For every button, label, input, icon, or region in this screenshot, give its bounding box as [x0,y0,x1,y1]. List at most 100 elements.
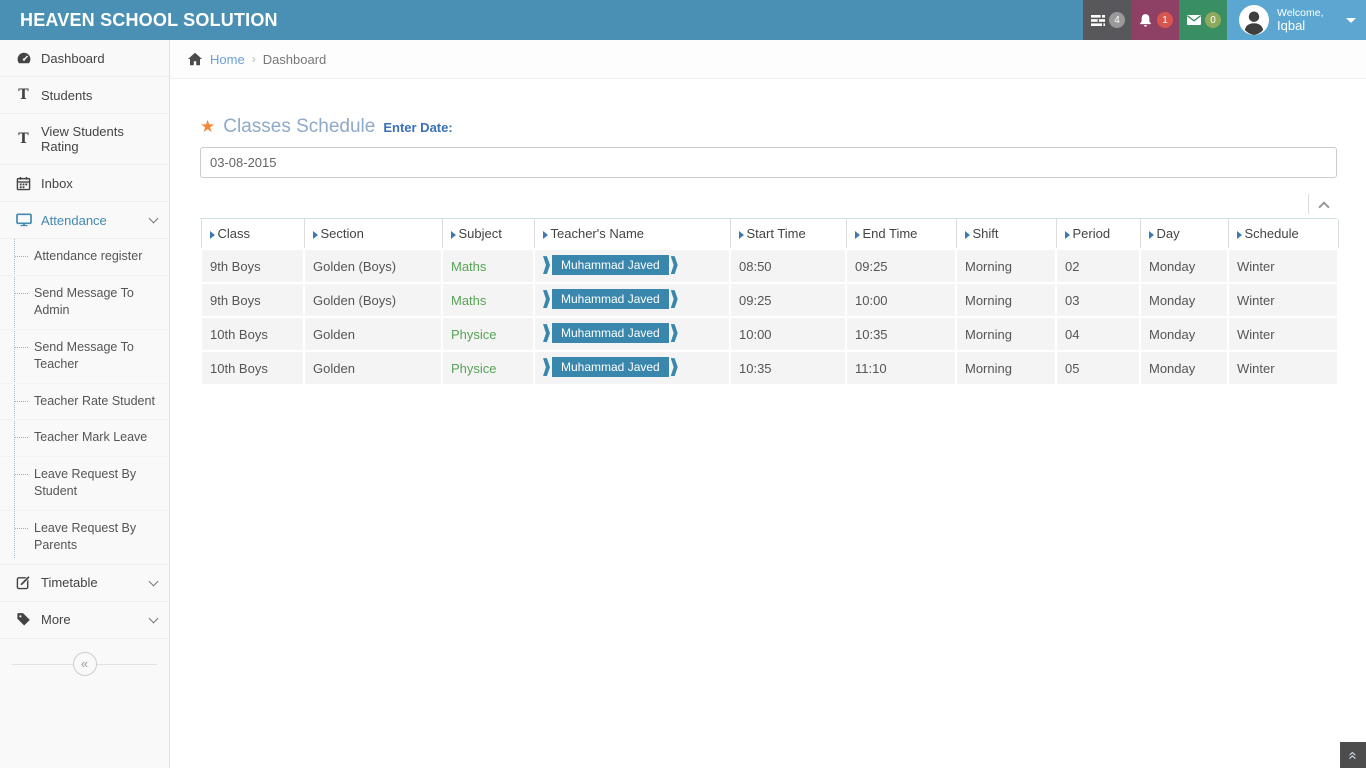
teacher-badge: Muhammad Javed [543,255,678,275]
table-cell: Winter [1228,283,1338,317]
schedule-table: ClassSectionSubjectTeacher's NameStart T… [200,219,1339,386]
schedule-table-header-row: ClassSectionSubjectTeacher's NameStart T… [201,219,1338,249]
sidebar-item-inbox[interactable]: Inbox [0,165,169,202]
column-header[interactable]: Day [1140,219,1228,249]
teacher-badge: Muhammad Javed [543,323,678,343]
table-cell: Muhammad Javed [534,351,730,385]
sidebar: Dashboard T Students T View Students Rat… [0,40,170,768]
table-cell: Golden [304,351,442,385]
breadcrumb-current: Dashboard [263,52,327,67]
breadcrumb-home-link[interactable]: Home [210,52,245,67]
sidebar-item-dashboard[interactable]: Dashboard [0,40,169,77]
bell-icon [1137,12,1154,28]
sidebar-collapse-row: « [0,647,169,681]
column-header[interactable]: Teacher's Name [534,219,730,249]
table-cell: Morning [956,249,1056,283]
table-cell: Golden (Boys) [304,249,442,283]
table-row: 10th BoysGoldenPhysiceMuhammad Javed10:3… [201,351,1338,385]
column-header[interactable]: End Time [846,219,956,249]
user-menu[interactable]: Welcome, Iqbal [1227,0,1366,40]
sidebar-subitem[interactable]: Leave Request By Student [0,457,169,511]
teacher-badge: Muhammad Javed [543,357,678,377]
table-cell: Monday [1140,351,1228,385]
avatar [1239,5,1269,35]
table-cell: Monday [1140,317,1228,351]
table-cell: Golden [304,317,442,351]
tasks-button[interactable]: 4 [1083,0,1131,40]
chevron-up-icon[interactable] [1318,201,1329,212]
table-cell: 10:35 [846,317,956,351]
table-cell: Morning [956,317,1056,351]
table-cell: Maths [442,249,534,283]
table-cell: Winter [1228,317,1338,351]
panel-collapse-bar [200,190,1337,219]
table-cell: 10:35 [730,351,846,385]
sidebar-subitem[interactable]: Teacher Mark Leave [0,420,169,457]
star-icon: ★ [200,117,215,137]
table-cell: 02 [1056,249,1140,283]
app-title: HEAVEN SCHOOL SOLUTION [0,10,278,31]
double-chevron-up-icon: « [1346,751,1361,759]
sidebar-subitem[interactable]: Send Message To Teacher [0,330,169,384]
sort-marker-icon [855,231,860,239]
dashboard-icon [15,50,32,66]
edit-icon [15,575,32,591]
app-header: HEAVEN SCHOOL SOLUTION 4 1 0 Welcome, [0,0,1366,40]
notifications-badge: 1 [1157,12,1173,28]
column-header[interactable]: Period [1056,219,1140,249]
text-icon: T [15,87,32,103]
envelope-icon [1185,12,1202,28]
chevron-down-icon [149,214,159,224]
column-header[interactable]: Schedule [1228,219,1338,249]
sort-marker-icon [739,231,744,239]
notifications-button[interactable]: 1 [1131,0,1179,40]
table-cell: Maths [442,283,534,317]
column-header[interactable]: Shift [956,219,1056,249]
tag-icon [15,612,32,628]
sort-marker-icon [313,231,318,239]
sidebar-subitem[interactable]: Teacher Rate Student [0,384,169,421]
schedule-table-wrap: ClassSectionSubjectTeacher's NameStart T… [200,219,1337,386]
table-cell: Muhammad Javed [534,283,730,317]
table-cell: Golden (Boys) [304,283,442,317]
chevron-down-icon [149,613,159,623]
table-cell: Morning [956,283,1056,317]
table-cell: 9th Boys [201,283,304,317]
schedule-table-body: 9th BoysGolden (Boys)Maths Muhammad Javed… [201,249,1338,385]
table-cell: 08:50 [730,249,846,283]
column-header[interactable]: Start Time [730,219,846,249]
sidebar-subitem[interactable]: Attendance register [0,239,169,276]
sidebar-item-attendance[interactable]: Attendance [0,202,169,239]
table-cell: Physice [442,317,534,351]
sort-marker-icon [210,231,215,239]
sidebar-item-more[interactable]: More [0,602,169,639]
table-cell: Winter [1228,249,1338,283]
sidebar-subitem[interactable]: Send Message To Admin [0,276,169,330]
main-content: Home › Dashboard ★ Classes Schedule Ente… [170,40,1366,768]
divider [1308,194,1309,214]
messages-button[interactable]: 0 [1179,0,1227,40]
sort-marker-icon [543,231,548,239]
table-row: 9th BoysGolden (Boys)Maths Muhammad Javed… [201,249,1338,283]
user-welcome: Welcome, Iqbal [1277,7,1338,34]
sort-marker-icon [451,231,456,239]
table-row: 9th BoysGolden (Boys)Maths Muhammad Javed… [201,283,1338,317]
table-row: 10th BoysGoldenPhysiceMuhammad Javed10:0… [201,317,1338,351]
table-cell: 09:25 [846,249,956,283]
date-input[interactable] [200,147,1337,178]
sidebar-item-view-students-rating[interactable]: T View Students Rating [0,114,169,165]
scroll-top-button[interactable]: « [1340,742,1366,768]
column-header[interactable]: Subject [442,219,534,249]
column-header[interactable]: Section [304,219,442,249]
sidebar-item-students[interactable]: T Students [0,77,169,114]
column-header[interactable]: Class [201,219,304,249]
sidebar-subitem[interactable]: Leave Request By Parents [0,511,169,564]
chevron-down-icon [149,576,159,586]
section-title: Classes Schedule [223,116,375,138]
table-cell: Morning [956,351,1056,385]
table-cell: 9th Boys [201,249,304,283]
teacher-badge: Muhammad Javed [543,289,678,309]
sidebar-item-timetable[interactable]: Timetable [0,565,169,602]
sidebar-collapse-button[interactable]: « [73,652,97,676]
table-cell: 04 [1056,317,1140,351]
